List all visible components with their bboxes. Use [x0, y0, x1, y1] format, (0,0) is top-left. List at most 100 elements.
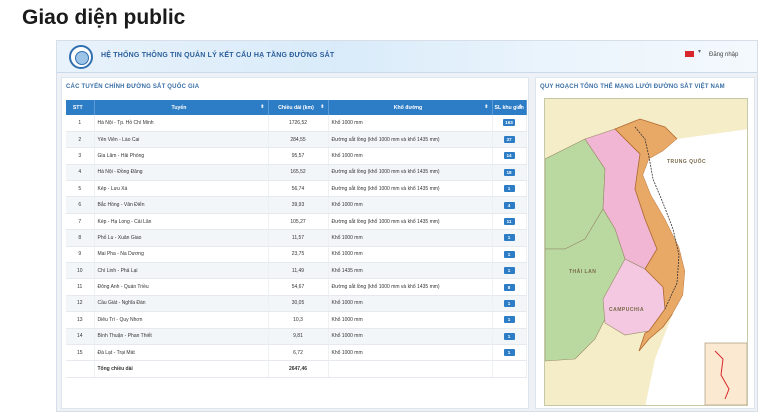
cell-route: Hà Nội - Đồng Đăng: [94, 164, 269, 182]
sort-icon[interactable]: ⬍: [320, 104, 324, 110]
table-row[interactable]: 9 Mai Pha - Na Dương 23,75 Khổ 1000 mm 1: [66, 246, 527, 264]
count-badge[interactable]: 1: [503, 332, 515, 340]
language-caret-icon[interactable]: ▾: [698, 48, 701, 55]
table-row[interactable]: 3 Gia Lâm - Hải Phòng 95,57 Khổ 1000 mm 14: [66, 147, 527, 165]
cell-length: 165,52: [268, 164, 329, 182]
cell-length: 30,05: [268, 295, 329, 313]
map-panel: QUY HOẠCH TỔNG THỂ MẠNG LƯỚI ĐƯỜNG SẮT V…: [535, 77, 755, 409]
table-row[interactable]: 8 Phố Lu - Xuân Giao 11,57 Khổ 1000 mm 1: [66, 229, 527, 247]
cell-count: 163: [492, 115, 527, 132]
cell-route: Chí Linh - Phả Lại: [94, 262, 269, 280]
cell-gauge: Khổ 1000 mm: [328, 344, 493, 362]
count-badge[interactable]: 1: [503, 234, 515, 242]
table-row[interactable]: 6 Bắc Hồng - Văn Điển 39,93 Khổ 1000 mm 4: [66, 196, 527, 214]
cell-count: 1: [492, 229, 527, 247]
count-badge[interactable]: 1: [503, 316, 515, 324]
cell-count: 11: [492, 213, 527, 231]
total-label: Tổng chiều dài: [94, 360, 269, 378]
table-row[interactable]: 2 Yên Viên - Lào Cai 284,55 Đường sắt lồng …: [66, 131, 527, 149]
table-row[interactable]: 14 Bình Thuận - Phan Thiết 9,81 Khổ 1000 mm…: [66, 328, 527, 345]
cell-route: Đông Anh - Quán Triều: [94, 278, 269, 296]
count-badge[interactable]: 1: [503, 299, 515, 307]
cell-stt: 6: [66, 196, 95, 214]
cell-gauge: Khổ 1000 mm: [328, 311, 493, 329]
routes-table: STT Tuyến ⬍ Chiều dài (km) ⬍ Khổ đường ⬍ SL…: [66, 100, 527, 378]
cell-route: Cầu Giát - Nghĩa Đàn: [94, 295, 269, 313]
cell-route: Bình Thuận - Phan Thiết: [94, 328, 269, 345]
cell-gauge: Khổ 1000 mm: [328, 246, 493, 264]
cell-stt: 2: [66, 131, 95, 149]
sort-icon[interactable]: ⬍: [260, 104, 264, 110]
table-row[interactable]: 4 Hà Nội - Đồng Đăng 165,52 Đường sắt lồng …: [66, 164, 527, 182]
column-header-stt[interactable]: STT: [66, 100, 95, 115]
cell-route: Gia Lâm - Hải Phòng: [94, 147, 269, 165]
table-header-row: STT Tuyến ⬍ Chiều dài (km) ⬍ Khổ đường ⬍ SL…: [66, 100, 527, 115]
count-badge[interactable]: 163: [503, 119, 515, 127]
cell-gauge: Đường sắt lồng (khổ 1000 mm và khổ 1435 …: [328, 164, 493, 182]
vietnam-flag-icon[interactable]: [685, 51, 694, 57]
table-row[interactable]: 13 Diêu Trì - Quy Nhơn 10,3 Khổ 1000 mm 1: [66, 311, 527, 329]
system-title: HỆ THỐNG THÔNG TIN QUẢN LÝ KẾT CẤU HẠ TẦ…: [101, 52, 335, 59]
count-badge[interactable]: 4: [503, 201, 515, 209]
table-total-row: Tổng chiều dài 2647,46: [66, 360, 527, 378]
cell-count: 1: [492, 344, 527, 362]
cell-gauge: Khổ 1000 mm: [328, 229, 493, 247]
table-row[interactable]: 7 Kép - Hạ Long - Cái Lân 105,27 Đường sắt …: [66, 213, 527, 231]
count-badge[interactable]: 18: [503, 168, 515, 176]
count-badge[interactable]: 37: [503, 136, 515, 144]
cell-stt: 4: [66, 164, 95, 182]
cell-count: 14: [492, 147, 527, 165]
cell-stt: 11: [66, 278, 95, 296]
table-row[interactable]: 1 Hà Nội - Tp. Hồ Chí Minh 1726,52 Khổ 1000…: [66, 115, 527, 132]
count-badge[interactable]: 1: [503, 349, 515, 357]
cell-gauge: Khổ 1000 mm: [328, 295, 493, 313]
table-row[interactable]: 10 Chí Linh - Phả Lại 11,49 Khổ 1435 mm 1: [66, 262, 527, 280]
count-badge[interactable]: 1: [503, 185, 515, 193]
cell-count: 37: [492, 131, 527, 149]
total-value: 2647,46: [268, 360, 329, 378]
column-header-count[interactable]: SL khu gian ⬍: [492, 100, 527, 115]
column-header-gauge[interactable]: Khổ đường ⬍: [328, 100, 493, 115]
cell-count: 18: [492, 164, 527, 182]
railway-network-map[interactable]: TRUNG QUỐC THÁI LAN CAMPUCHIA: [544, 98, 748, 406]
cell-route: Yên Viên - Lào Cai: [94, 131, 269, 149]
railway-logo-icon[interactable]: [69, 45, 93, 69]
cell-length: 9,81: [268, 328, 329, 345]
count-badge[interactable]: 8: [503, 283, 515, 291]
table-row[interactable]: 12 Cầu Giát - Nghĩa Đàn 30,05 Khổ 1000 mm 1: [66, 295, 527, 313]
login-link[interactable]: Đăng nhập: [709, 52, 738, 58]
cell-length: 11,57: [268, 229, 329, 247]
cell-gauge: Đường sắt lồng (khổ 1000 mm và khổ 1435 …: [328, 131, 493, 149]
cell-route: Phố Lu - Xuân Giao: [94, 229, 269, 247]
cell-length: 1726,52: [268, 115, 329, 132]
cell-count: 8: [492, 278, 527, 296]
column-header-length[interactable]: Chiều dài (km) ⬍: [268, 100, 329, 115]
cell-stt: 3: [66, 147, 95, 165]
sort-icon[interactable]: ⬍: [518, 104, 522, 110]
routes-table-body: 1 Hà Nội - Tp. Hồ Chí Minh 1726,52 Khổ 1000…: [66, 115, 527, 378]
cell-count: 1: [492, 295, 527, 313]
cell-length: 95,57: [268, 147, 329, 165]
cell-gauge: Đường sắt lồng (khổ 1000 mm và khổ 1435 …: [328, 180, 493, 198]
column-header-route[interactable]: Tuyến ⬍: [94, 100, 269, 115]
cell-length: 23,75: [268, 246, 329, 264]
cell-route: Hà Nội - Tp. Hồ Chí Minh: [94, 115, 269, 132]
cell-stt: 10: [66, 262, 95, 280]
table-row[interactable]: 15 Đà Lạt - Trại Mát 6,72 Khổ 1000 mm 1: [66, 344, 527, 362]
table-row[interactable]: 5 Kép - Lưu Xá 56,74 Đường sắt lồng (khổ 10…: [66, 180, 527, 198]
count-badge[interactable]: 1: [503, 250, 515, 258]
cell-stt: 8: [66, 229, 95, 247]
cell-count: 1: [492, 180, 527, 198]
count-badge[interactable]: 14: [503, 152, 515, 160]
cell-length: 54,67: [268, 278, 329, 296]
cell-length: 10,3: [268, 311, 329, 329]
cell-gauge: Đường sắt lồng (khổ 1000 mm và khổ 1435 …: [328, 278, 493, 296]
sort-icon[interactable]: ⬍: [484, 104, 488, 110]
count-badge[interactable]: 1: [503, 267, 515, 275]
table-row[interactable]: 11 Đông Anh - Quán Triều 54,67 Đường sắt lồ…: [66, 278, 527, 296]
count-badge[interactable]: 11: [503, 218, 515, 226]
map-label-cambodia: CAMPUCHIA: [609, 307, 645, 313]
cell-route: Kép - Lưu Xá: [94, 180, 269, 198]
cell-gauge: Khổ 1000 mm: [328, 196, 493, 214]
cell-route: Diêu Trì - Quy Nhơn: [94, 311, 269, 329]
